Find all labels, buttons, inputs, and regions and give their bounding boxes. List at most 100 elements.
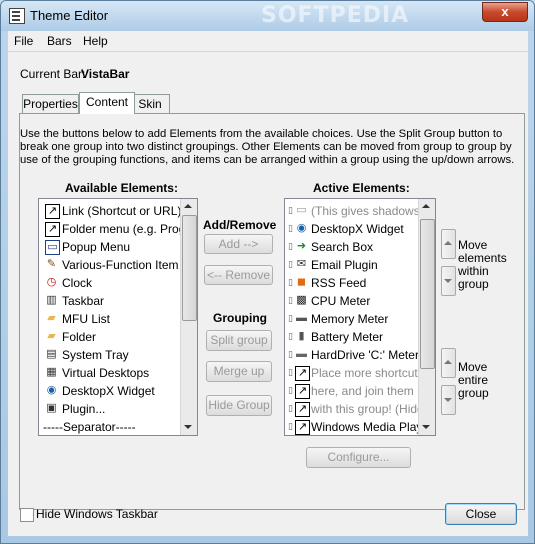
group-marker-icon: ▯ [288, 277, 293, 287]
active-list-item[interactable]: ▯ ▬ Memory Meter [288, 310, 435, 328]
active-list-item[interactable]: ▯ ✉ Email Plugin [288, 256, 435, 274]
taskbar-icon: ▥ [46, 294, 57, 306]
tab-content[interactable]: Content [79, 92, 135, 114]
scroll-up-arrow-icon[interactable] [184, 204, 192, 208]
configure-button[interactable]: Configure... [306, 447, 411, 468]
available-list-item[interactable]: -----Separator----- [43, 418, 197, 435]
group-marker-icon: ▯ [288, 241, 293, 251]
list-item-label: Place more shortcuts ( [311, 366, 432, 380]
tools-icon: ✎ [46, 258, 57, 270]
window-close-button[interactable]: x [482, 2, 528, 22]
active-list-item[interactable]: ▯ ◼ RSS Feed [288, 274, 435, 292]
list-item-label: Various-Function Item [62, 258, 179, 272]
plugin-icon: ▣ [46, 402, 57, 414]
scroll-up-arrow-icon[interactable] [422, 204, 430, 208]
hide-group-button[interactable]: Hide Group [206, 395, 272, 416]
available-list-item[interactable]: ▰ Folder [43, 328, 197, 346]
folder-icon: ▰ [47, 312, 56, 324]
hide-taskbar-label[interactable]: Hide Windows Taskbar [36, 507, 158, 521]
available-list-item[interactable]: ▰ MFU List [43, 310, 197, 328]
available-elements-list[interactable]: ↗ Link (Shortcut or URL) ↗ Folder menu (e.g… [38, 198, 198, 436]
list-item-label: HardDrive 'C:' Meter [311, 348, 419, 362]
memory-icon: ▬ [296, 312, 307, 324]
arrow-up-icon [444, 360, 452, 364]
add-remove-heading: Add/Remove [203, 218, 277, 232]
grouping-heading: Grouping [213, 311, 267, 325]
split-group-button[interactable]: Split group [206, 330, 272, 351]
cpu-icon: ▩ [296, 294, 307, 306]
harddrive-icon: ▬ [296, 348, 307, 360]
available-list-item[interactable]: ▤ System Tray [43, 346, 197, 364]
available-list-item[interactable]: ▣ Plugin... [43, 400, 197, 418]
arrow-down-icon [444, 398, 452, 402]
client-area: File Bars Help Current Bar: VistaBar Pro… [8, 31, 528, 536]
scroll-thumb[interactable] [420, 219, 435, 369]
active-list-item[interactable]: ▯ ▭ (This gives shadows to [288, 202, 435, 220]
battery-icon: ▮ [298, 330, 305, 342]
active-list-scrollbar[interactable] [418, 199, 435, 435]
tab-properties[interactable]: Properties [22, 94, 79, 113]
available-list-item[interactable]: ↗ Link (Shortcut or URL) [43, 202, 197, 220]
active-list-item[interactable]: ▯ ▮ Battery Meter [288, 328, 435, 346]
remove-button[interactable]: <-- Remove [204, 265, 273, 285]
shortcut-icon: ↗ [295, 402, 310, 417]
group-marker-icon: ▯ [288, 421, 293, 431]
list-item-label: Virtual Desktops [62, 366, 150, 380]
active-list-item[interactable]: ▯ ↗ Windows Media Player [288, 418, 435, 435]
title-bar[interactable]: Theme Editor SOFTPEDIA x [1, 1, 534, 31]
available-list-item[interactable]: ◷ Clock [43, 274, 197, 292]
add-button[interactable]: Add --> [204, 234, 273, 254]
list-item-label: Email Plugin [311, 258, 378, 272]
list-item-label: Taskbar [62, 294, 105, 308]
group-marker-icon: ▯ [288, 385, 293, 395]
active-list-item[interactable]: ▯ ↗ Place more shortcuts ( [288, 364, 435, 382]
move-elements-label: Move elements within group [458, 238, 507, 291]
list-item-label: System Tray [62, 348, 129, 362]
active-list-item[interactable]: ▯ ↗ with this group! (Hidden [288, 400, 435, 418]
globe-icon: ◉ [46, 384, 57, 396]
active-list-item[interactable]: ▯ ▬ HardDrive 'C:' Meter [288, 346, 435, 364]
menu-help[interactable]: Help [83, 34, 108, 48]
move-element-up-button[interactable] [441, 229, 456, 259]
group-marker-icon: ▯ [288, 259, 293, 269]
menu-file[interactable]: File [14, 34, 33, 48]
shortcut-icon: ↗ [295, 420, 310, 435]
available-list-item[interactable]: ▦ Virtual Desktops [43, 364, 197, 382]
list-item-label: Memory Meter [311, 312, 389, 326]
tray-icon: ▤ [46, 348, 57, 360]
close-button[interactable]: Close [445, 503, 517, 525]
scroll-down-arrow-icon[interactable] [184, 425, 192, 429]
theme-editor-app-icon [9, 8, 25, 24]
available-list-item[interactable]: ✎ Various-Function Item [43, 256, 197, 274]
list-item-label: Plugin... [62, 402, 106, 416]
shortcut-icon: ↗ [295, 366, 310, 381]
globe-icon: ◉ [296, 222, 307, 234]
move-group-up-button[interactable] [441, 348, 456, 378]
list-item-label: Folder [62, 330, 97, 344]
available-list-item[interactable]: ▥ Taskbar [43, 292, 197, 310]
move-group-down-button[interactable] [441, 385, 456, 415]
shadow-icon: ▭ [296, 204, 307, 216]
active-list-item[interactable]: ▯ ◉ DesktopX Widget [288, 220, 435, 238]
available-list-scrollbar[interactable] [180, 199, 197, 435]
scroll-down-arrow-icon[interactable] [422, 425, 430, 429]
desktops-icon: ▦ [46, 366, 57, 378]
active-list-item[interactable]: ▯ ↗ here, and join them (Hi [288, 382, 435, 400]
hide-taskbar-checkbox[interactable] [20, 508, 34, 522]
active-list-item[interactable]: ▯ ➜ Search Box [288, 238, 435, 256]
list-item-label: Folder menu (e.g. Program [62, 222, 198, 236]
move-element-down-button[interactable] [441, 266, 456, 296]
merge-up-button[interactable]: Merge up [206, 361, 272, 382]
active-elements-list[interactable]: ▯ ▭ (This gives shadows to ▯ ◉ DesktopX Widge… [284, 198, 436, 436]
list-item-label: MFU List [62, 312, 110, 326]
available-list-item[interactable]: ◉ DesktopX Widget [43, 382, 197, 400]
available-list-item[interactable]: ↗ Folder menu (e.g. Program [43, 220, 198, 238]
scroll-thumb[interactable] [182, 215, 197, 321]
available-list-item[interactable]: ▭ Popup Menu [43, 238, 197, 256]
tab-skin[interactable]: Skin [130, 94, 170, 113]
list-item-label: Popup Menu [62, 240, 131, 254]
active-list-item[interactable]: ▯ ▩ CPU Meter [288, 292, 435, 310]
group-marker-icon: ▯ [288, 331, 293, 341]
menu-bars[interactable]: Bars [47, 34, 72, 48]
window-title: Theme Editor [30, 8, 109, 23]
